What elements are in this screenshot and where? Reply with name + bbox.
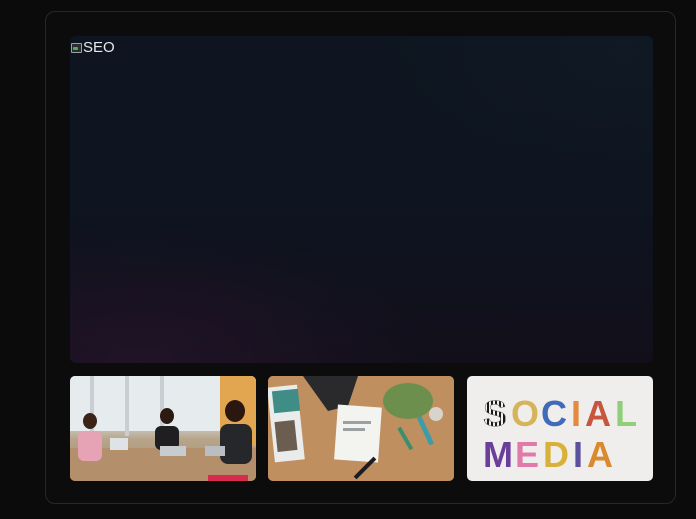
- meeting-photo: [70, 376, 256, 481]
- letter-l: L: [615, 393, 637, 434]
- thumbnail-social-media[interactable]: S O C I A L M E D I A: [467, 376, 653, 481]
- letter-o: O: [511, 393, 539, 434]
- letter-i: I: [571, 393, 581, 434]
- marketing-photo: [268, 376, 454, 481]
- social-media-photo: S O C I A L M E D I A: [483, 393, 637, 475]
- thumbnail-meeting[interactable]: [70, 376, 256, 481]
- main-image-alt-text: SEO: [83, 39, 115, 56]
- image-gallery-card: SEO S O C I A L M E D I A: [45, 11, 676, 504]
- letter-s: S: [483, 393, 507, 434]
- thumbnail-marketing[interactable]: [268, 376, 454, 481]
- letter-c: C: [541, 393, 567, 434]
- letter-a2: A: [587, 434, 613, 475]
- letter-d: D: [543, 434, 569, 475]
- main-image[interactable]: SEO: [70, 36, 653, 363]
- letter-e: E: [515, 434, 539, 475]
- letter-m: M: [483, 434, 513, 475]
- broken-image-icon: [70, 42, 82, 54]
- letter-i2: I: [573, 434, 583, 475]
- broken-image-alt: SEO: [70, 40, 115, 56]
- letter-a: A: [585, 393, 611, 434]
